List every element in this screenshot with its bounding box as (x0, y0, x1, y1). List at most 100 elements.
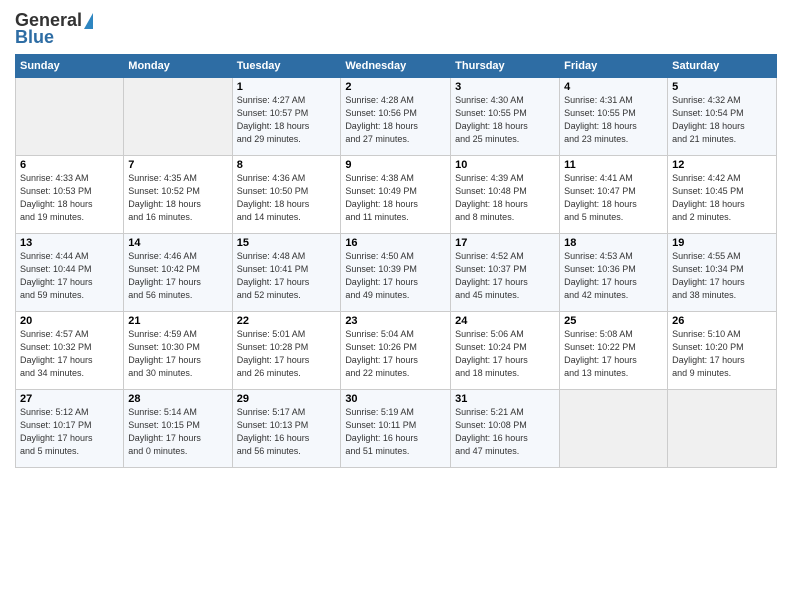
day-info: Sunrise: 4:59 AM Sunset: 10:30 PM Daylig… (128, 328, 227, 380)
day-number: 12 (672, 159, 772, 171)
day-info: Sunrise: 4:35 AM Sunset: 10:52 PM Daylig… (128, 172, 227, 224)
day-number: 26 (672, 315, 772, 327)
day-cell (124, 78, 232, 156)
day-number: 4 (564, 81, 663, 93)
day-number: 23 (345, 315, 446, 327)
day-info: Sunrise: 4:52 AM Sunset: 10:37 PM Daylig… (455, 250, 555, 302)
header-cell-tuesday: Tuesday (232, 55, 341, 78)
day-cell: 14Sunrise: 4:46 AM Sunset: 10:42 PM Dayl… (124, 234, 232, 312)
day-info: Sunrise: 5:10 AM Sunset: 10:20 PM Daylig… (672, 328, 772, 380)
header-cell-monday: Monday (124, 55, 232, 78)
day-info: Sunrise: 4:33 AM Sunset: 10:53 PM Daylig… (20, 172, 119, 224)
day-cell: 6Sunrise: 4:33 AM Sunset: 10:53 PM Dayli… (16, 156, 124, 234)
day-number: 16 (345, 237, 446, 249)
day-number: 25 (564, 315, 663, 327)
day-cell: 27Sunrise: 5:12 AM Sunset: 10:17 PM Dayl… (16, 390, 124, 468)
day-number: 1 (237, 81, 337, 93)
day-number: 8 (237, 159, 337, 171)
day-number: 22 (237, 315, 337, 327)
day-cell (560, 390, 668, 468)
day-cell: 20Sunrise: 4:57 AM Sunset: 10:32 PM Dayl… (16, 312, 124, 390)
day-cell: 30Sunrise: 5:19 AM Sunset: 10:11 PM Dayl… (341, 390, 451, 468)
day-info: Sunrise: 4:39 AM Sunset: 10:48 PM Daylig… (455, 172, 555, 224)
header: General Blue (15, 10, 777, 48)
day-cell: 15Sunrise: 4:48 AM Sunset: 10:41 PM Dayl… (232, 234, 341, 312)
day-number: 11 (564, 159, 663, 171)
day-number: 13 (20, 237, 119, 249)
day-cell: 3Sunrise: 4:30 AM Sunset: 10:55 PM Dayli… (451, 78, 560, 156)
day-info: Sunrise: 5:12 AM Sunset: 10:17 PM Daylig… (20, 406, 119, 458)
day-info: Sunrise: 4:38 AM Sunset: 10:49 PM Daylig… (345, 172, 446, 224)
day-cell: 28Sunrise: 5:14 AM Sunset: 10:15 PM Dayl… (124, 390, 232, 468)
day-info: Sunrise: 4:36 AM Sunset: 10:50 PM Daylig… (237, 172, 337, 224)
day-cell: 13Sunrise: 4:44 AM Sunset: 10:44 PM Dayl… (16, 234, 124, 312)
day-number: 30 (345, 393, 446, 405)
day-info: Sunrise: 5:17 AM Sunset: 10:13 PM Daylig… (237, 406, 337, 458)
day-info: Sunrise: 4:48 AM Sunset: 10:41 PM Daylig… (237, 250, 337, 302)
logo: General Blue (15, 10, 93, 48)
day-info: Sunrise: 4:30 AM Sunset: 10:55 PM Daylig… (455, 94, 555, 146)
day-info: Sunrise: 4:57 AM Sunset: 10:32 PM Daylig… (20, 328, 119, 380)
day-number: 14 (128, 237, 227, 249)
day-number: 9 (345, 159, 446, 171)
day-info: Sunrise: 4:27 AM Sunset: 10:57 PM Daylig… (237, 94, 337, 146)
day-info: Sunrise: 4:28 AM Sunset: 10:56 PM Daylig… (345, 94, 446, 146)
calendar-table: SundayMondayTuesdayWednesdayThursdayFrid… (15, 54, 777, 468)
day-cell: 21Sunrise: 4:59 AM Sunset: 10:30 PM Dayl… (124, 312, 232, 390)
day-cell: 25Sunrise: 5:08 AM Sunset: 10:22 PM Dayl… (560, 312, 668, 390)
day-number: 7 (128, 159, 227, 171)
day-info: Sunrise: 4:55 AM Sunset: 10:34 PM Daylig… (672, 250, 772, 302)
day-number: 19 (672, 237, 772, 249)
day-number: 15 (237, 237, 337, 249)
day-number: 17 (455, 237, 555, 249)
day-number: 29 (237, 393, 337, 405)
day-cell: 8Sunrise: 4:36 AM Sunset: 10:50 PM Dayli… (232, 156, 341, 234)
day-cell: 1Sunrise: 4:27 AM Sunset: 10:57 PM Dayli… (232, 78, 341, 156)
week-row-1: 1Sunrise: 4:27 AM Sunset: 10:57 PM Dayli… (16, 78, 777, 156)
day-number: 24 (455, 315, 555, 327)
week-row-2: 6Sunrise: 4:33 AM Sunset: 10:53 PM Dayli… (16, 156, 777, 234)
day-info: Sunrise: 5:21 AM Sunset: 10:08 PM Daylig… (455, 406, 555, 458)
day-number: 21 (128, 315, 227, 327)
day-cell: 7Sunrise: 4:35 AM Sunset: 10:52 PM Dayli… (124, 156, 232, 234)
day-cell: 19Sunrise: 4:55 AM Sunset: 10:34 PM Dayl… (668, 234, 777, 312)
day-number: 18 (564, 237, 663, 249)
day-info: Sunrise: 4:41 AM Sunset: 10:47 PM Daylig… (564, 172, 663, 224)
day-number: 31 (455, 393, 555, 405)
day-cell: 26Sunrise: 5:10 AM Sunset: 10:20 PM Dayl… (668, 312, 777, 390)
header-cell-friday: Friday (560, 55, 668, 78)
week-row-3: 13Sunrise: 4:44 AM Sunset: 10:44 PM Dayl… (16, 234, 777, 312)
day-cell: 2Sunrise: 4:28 AM Sunset: 10:56 PM Dayli… (341, 78, 451, 156)
day-info: Sunrise: 5:19 AM Sunset: 10:11 PM Daylig… (345, 406, 446, 458)
day-info: Sunrise: 4:31 AM Sunset: 10:55 PM Daylig… (564, 94, 663, 146)
day-number: 27 (20, 393, 119, 405)
day-cell: 12Sunrise: 4:42 AM Sunset: 10:45 PM Dayl… (668, 156, 777, 234)
day-cell: 11Sunrise: 4:41 AM Sunset: 10:47 PM Dayl… (560, 156, 668, 234)
day-number: 10 (455, 159, 555, 171)
day-cell: 18Sunrise: 4:53 AM Sunset: 10:36 PM Dayl… (560, 234, 668, 312)
logo-blue-text: Blue (15, 27, 54, 48)
day-info: Sunrise: 4:42 AM Sunset: 10:45 PM Daylig… (672, 172, 772, 224)
header-cell-thursday: Thursday (451, 55, 560, 78)
week-row-4: 20Sunrise: 4:57 AM Sunset: 10:32 PM Dayl… (16, 312, 777, 390)
header-cell-saturday: Saturday (668, 55, 777, 78)
day-cell: 29Sunrise: 5:17 AM Sunset: 10:13 PM Dayl… (232, 390, 341, 468)
page: General Blue SundayMondayTuesdayWednesda… (0, 0, 792, 612)
day-info: Sunrise: 4:46 AM Sunset: 10:42 PM Daylig… (128, 250, 227, 302)
day-number: 2 (345, 81, 446, 93)
day-cell: 9Sunrise: 4:38 AM Sunset: 10:49 PM Dayli… (341, 156, 451, 234)
day-info: Sunrise: 5:08 AM Sunset: 10:22 PM Daylig… (564, 328, 663, 380)
day-cell: 16Sunrise: 4:50 AM Sunset: 10:39 PM Dayl… (341, 234, 451, 312)
day-info: Sunrise: 4:50 AM Sunset: 10:39 PM Daylig… (345, 250, 446, 302)
day-number: 6 (20, 159, 119, 171)
day-info: Sunrise: 4:44 AM Sunset: 10:44 PM Daylig… (20, 250, 119, 302)
day-cell: 4Sunrise: 4:31 AM Sunset: 10:55 PM Dayli… (560, 78, 668, 156)
day-info: Sunrise: 5:01 AM Sunset: 10:28 PM Daylig… (237, 328, 337, 380)
header-row: SundayMondayTuesdayWednesdayThursdayFrid… (16, 55, 777, 78)
day-number: 3 (455, 81, 555, 93)
day-cell: 24Sunrise: 5:06 AM Sunset: 10:24 PM Dayl… (451, 312, 560, 390)
week-row-5: 27Sunrise: 5:12 AM Sunset: 10:17 PM Dayl… (16, 390, 777, 468)
day-cell (668, 390, 777, 468)
day-number: 28 (128, 393, 227, 405)
day-info: Sunrise: 4:32 AM Sunset: 10:54 PM Daylig… (672, 94, 772, 146)
